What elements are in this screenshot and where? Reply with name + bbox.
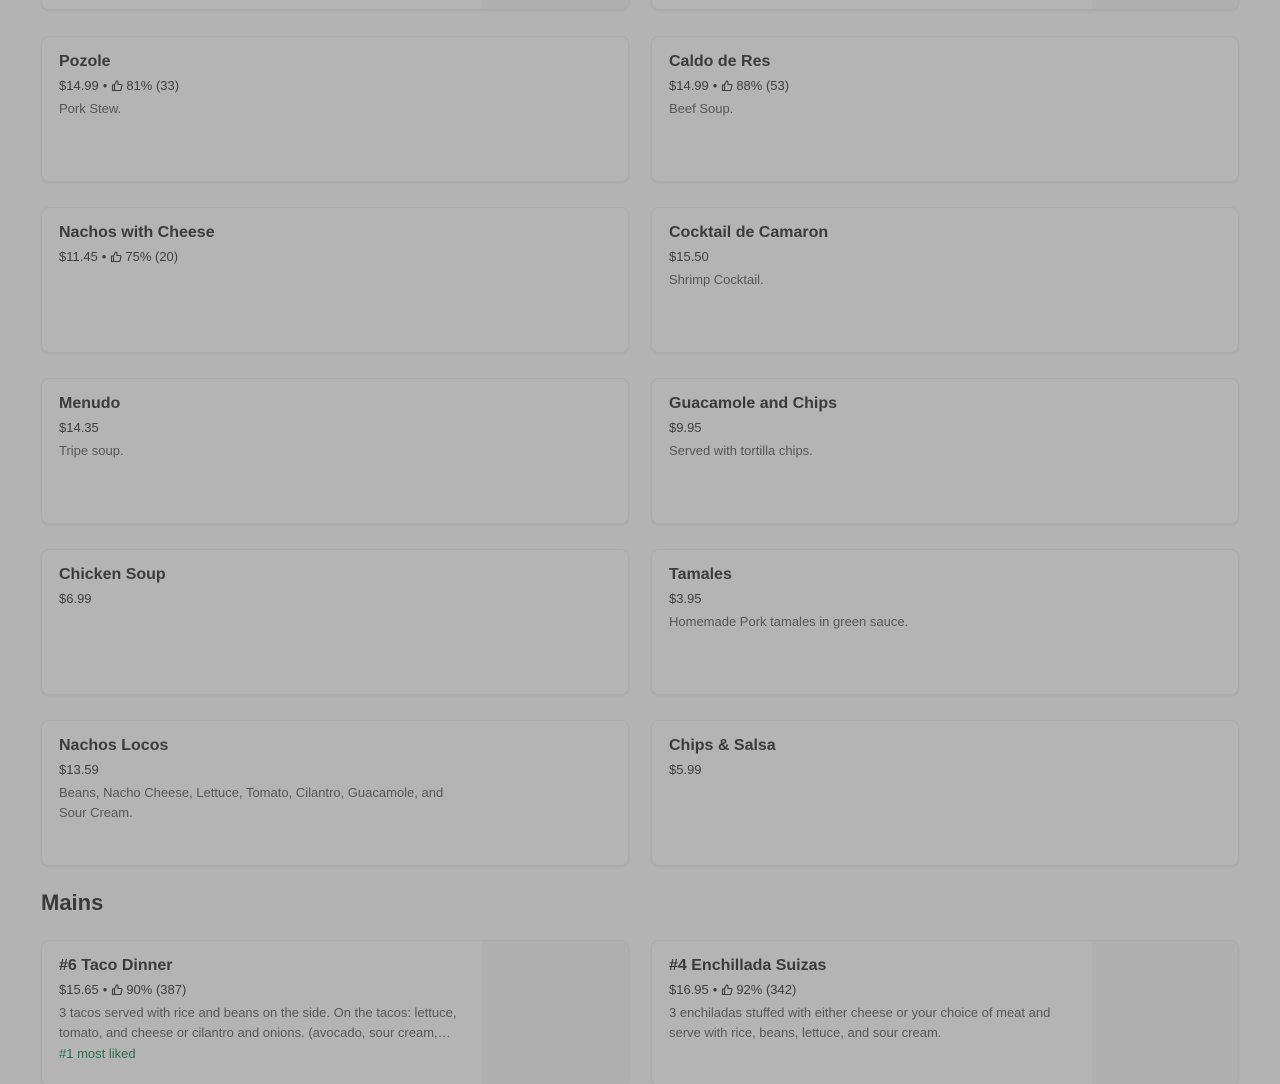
item-meta: $5.99 xyxy=(669,761,1221,779)
item-meta: $14.99 • 88% (53) xyxy=(669,77,1221,95)
meta-separator: • xyxy=(102,78,108,93)
item-name: Menudo xyxy=(59,395,121,412)
item-name: Pozole xyxy=(59,53,111,70)
item-rating: 81% (33) xyxy=(126,78,180,93)
thumbs-up-icon xyxy=(112,80,123,92)
menu-item-card[interactable]: Nachos Locos $13.59 Beans, Nacho Cheese,… xyxy=(41,720,629,866)
thumbs-up-icon xyxy=(111,251,122,263)
menu-item-card[interactable]: Caldo de Res $14.99 • 88% (53) Beef Soup… xyxy=(651,36,1239,182)
item-price: $14.99 xyxy=(669,78,709,93)
item-name: Tamales xyxy=(669,566,732,583)
menu-item-card[interactable]: Guacamole and Chips $9.95 Served with to… xyxy=(651,378,1239,524)
item-name: Caldo de Res xyxy=(669,53,771,70)
meta-separator: • xyxy=(712,982,718,997)
item-rating: 75% (20) xyxy=(125,249,179,264)
menu-item-card[interactable]: #4 Enchillada Suizas $16.95 • 92% (342) … xyxy=(651,940,1239,1084)
item-price: $16.95 xyxy=(669,982,709,997)
item-price: $15.50 xyxy=(669,249,709,264)
meta-separator: • xyxy=(101,249,107,264)
item-meta: $3.95 xyxy=(669,590,1221,608)
item-price: $5.99 xyxy=(669,762,702,777)
menu-item-card[interactable]: Menudo $14.35 Tripe soup. xyxy=(41,378,629,524)
item-name: Chicken Soup xyxy=(59,566,166,583)
item-meta: $15.50 xyxy=(669,248,1221,266)
item-name: Nachos with Cheese xyxy=(59,224,215,241)
menu-item-card[interactable]: #6 Taco Dinner $15.65 • 90% (387) 3 taco… xyxy=(41,940,629,1084)
item-description: Shrimp Cocktail. xyxy=(669,272,764,287)
item-description: Beef Soup. xyxy=(669,101,734,116)
menu-item-card-partial[interactable] xyxy=(41,0,629,10)
thumbs-up-icon xyxy=(722,984,733,996)
mains-grid: #6 Taco Dinner $15.65 • 90% (387) 3 taco… xyxy=(41,940,1239,1084)
item-price: $9.95 xyxy=(669,420,702,435)
item-image xyxy=(482,941,628,1084)
appetizers-grid: Pozole $14.99 • 81% (33) Pork Stew. Cald… xyxy=(41,36,1239,866)
item-rating: 92% (342) xyxy=(736,982,797,997)
item-name: Guacamole and Chips xyxy=(669,395,838,412)
item-rating: 88% (53) xyxy=(736,78,790,93)
item-image xyxy=(482,0,628,9)
item-price: $15.65 xyxy=(59,982,99,997)
item-image xyxy=(1092,941,1238,1084)
item-description: 3 tacos served with rice and beans on th… xyxy=(59,1005,457,1040)
item-image xyxy=(1092,0,1238,9)
menu-item-card[interactable]: Pozole $14.99 • 81% (33) Pork Stew. xyxy=(41,36,629,182)
item-meta: $11.45 • 75% (20) xyxy=(59,248,611,266)
item-price: $14.35 xyxy=(59,420,99,435)
item-price: $13.59 xyxy=(59,762,99,777)
thumbs-up-icon xyxy=(112,984,123,996)
thumbs-up-icon xyxy=(722,80,733,92)
item-description: Pork Stew. xyxy=(59,101,122,116)
item-rating: 90% (387) xyxy=(126,982,187,997)
previous-row-stub xyxy=(41,0,1239,10)
item-description: Tripe soup. xyxy=(59,443,124,458)
item-name: Chips & Salsa xyxy=(669,737,776,754)
item-meta: $6.99 xyxy=(59,590,611,608)
menu-item-card[interactable]: Chicken Soup $6.99 xyxy=(41,549,629,695)
item-price: $6.99 xyxy=(59,591,92,606)
menu-item-card[interactable]: Nachos with Cheese $11.45 • 75% (20) xyxy=(41,207,629,353)
item-price: $3.95 xyxy=(669,591,702,606)
item-description: Beans, Nacho Cheese, Lettuce, Tomato, Ci… xyxy=(59,785,444,820)
item-description: Homemade Pork tamales in green sauce. xyxy=(669,614,909,629)
item-meta: $9.95 xyxy=(669,419,1221,437)
menu-item-card[interactable]: Tamales $3.95 Homemade Pork tamales in g… xyxy=(651,549,1239,695)
item-meta: $14.35 xyxy=(59,419,611,437)
meta-separator: • xyxy=(712,78,718,93)
meta-separator: • xyxy=(102,982,108,997)
menu-item-card[interactable]: Chips & Salsa $5.99 xyxy=(651,720,1239,866)
section-title-mains: Mains xyxy=(41,890,104,915)
item-description: Served with tortilla chips. xyxy=(669,443,813,458)
item-name: Nachos Locos xyxy=(59,737,169,754)
item-description: 3 enchiladas stuffed with either cheese … xyxy=(669,1005,1051,1040)
item-meta: $13.59 xyxy=(59,761,611,779)
item-price: $14.99 xyxy=(59,78,99,93)
item-name: Cocktail de Camaron xyxy=(669,224,829,241)
item-meta: $14.99 • 81% (33) xyxy=(59,77,611,95)
item-price: $11.45 xyxy=(59,249,98,264)
menu-item-card-partial[interactable] xyxy=(651,0,1239,10)
menu-item-card[interactable]: Cocktail de Camaron $15.50 Shrimp Cockta… xyxy=(651,207,1239,353)
